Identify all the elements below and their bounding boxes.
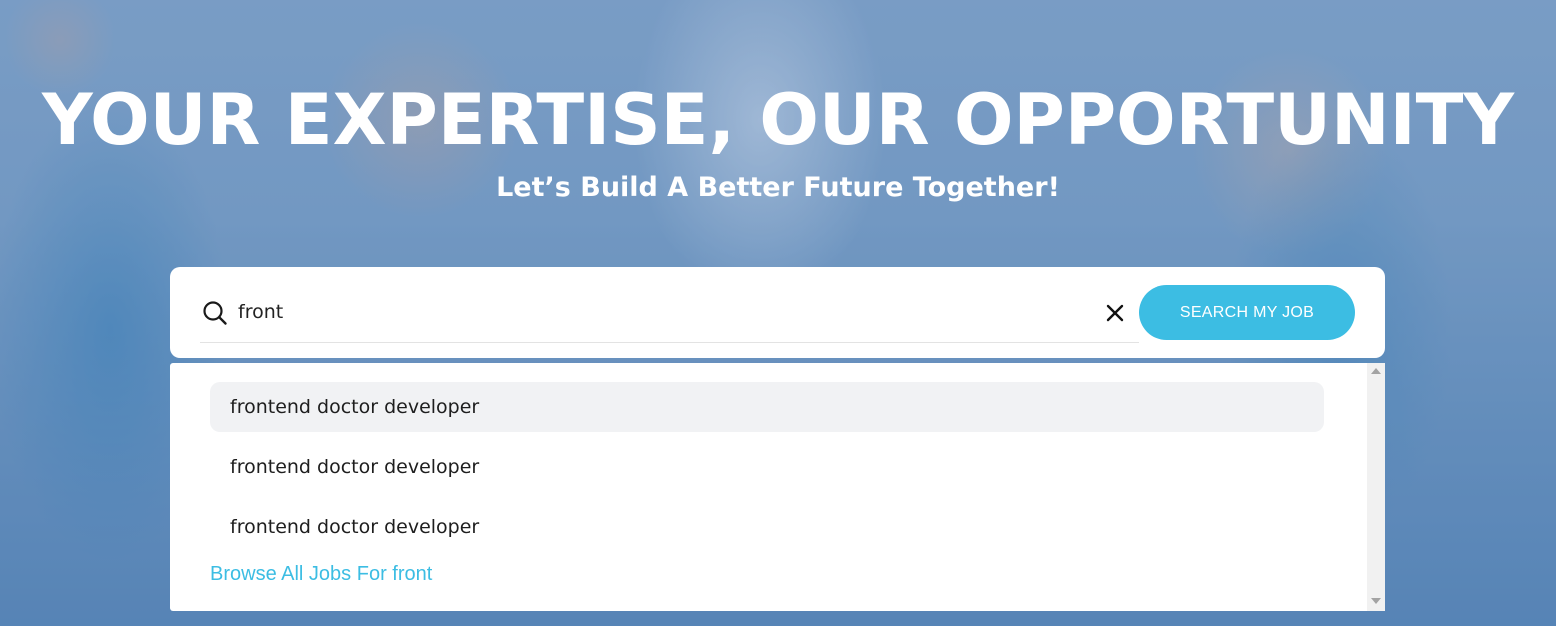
close-icon[interactable] — [1103, 301, 1127, 325]
suggestion-item[interactable]: frontend doctor developer — [210, 442, 1324, 492]
search-suggestions-dropdown: frontend doctor developer frontend docto… — [170, 363, 1385, 611]
suggestion-item[interactable]: frontend doctor developer — [210, 502, 1324, 552]
hero-subheadline: Let’s Build A Better Future Together! — [496, 172, 1060, 203]
scroll-down-arrow-icon[interactable] — [1371, 598, 1381, 604]
search-my-job-button[interactable]: SEARCH MY JOB — [1139, 285, 1355, 340]
browse-all-jobs-link[interactable]: Browse All Jobs For front — [210, 563, 432, 586]
search-field — [200, 287, 1139, 343]
search-card: SEARCH MY JOB — [170, 267, 1385, 358]
hero-section: YOUR EXPERTISE, OUR OPPORTUNITY Let’s Bu… — [0, 0, 1556, 626]
search-input[interactable] — [238, 297, 1098, 327]
hero-headline: YOUR EXPERTISE, OUR OPPORTUNITY — [41, 79, 1515, 161]
suggestion-item[interactable]: frontend doctor developer — [210, 382, 1324, 432]
search-icon — [202, 300, 228, 326]
dropdown-scrollbar[interactable] — [1367, 363, 1385, 611]
scroll-up-arrow-icon[interactable] — [1371, 368, 1381, 374]
